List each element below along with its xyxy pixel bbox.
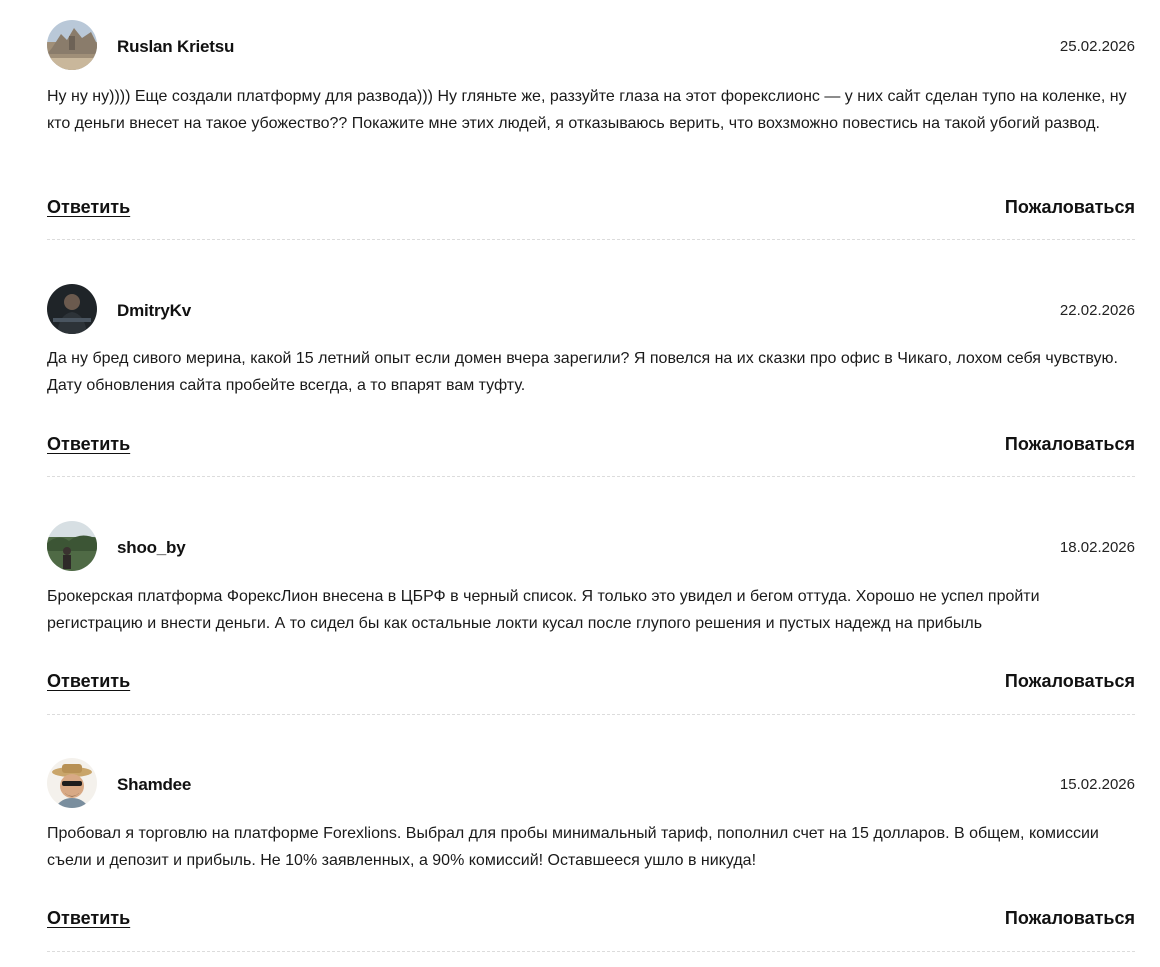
comment-date: 22.02.2026 bbox=[1059, 302, 1135, 319]
comment-header: DmitryKv 22.02.2026 bbox=[47, 284, 1135, 336]
comment-date: 18.02.2026 bbox=[1059, 539, 1135, 556]
report-link[interactable]: Пожаловаться bbox=[1005, 908, 1135, 929]
reply-link[interactable]: Ответить bbox=[47, 908, 130, 929]
divider bbox=[47, 951, 1135, 952]
comment-item: Shamdee 15.02.2026 Пробовал я торговлю н… bbox=[47, 758, 1135, 952]
avatar bbox=[47, 758, 97, 808]
report-link[interactable]: Пожаловаться bbox=[1005, 197, 1135, 218]
avatar bbox=[47, 284, 97, 334]
comment-text: Да ну бред сивого мерина, какой 15 летни… bbox=[47, 350, 1118, 394]
reply-link[interactable]: Ответить bbox=[47, 434, 130, 455]
divider bbox=[47, 239, 1135, 240]
comment-item: DmitryKv 22.02.2026 Да ну бред сивого ме… bbox=[47, 284, 1135, 477]
divider bbox=[47, 714, 1135, 715]
comment-author: DmitryKv bbox=[117, 301, 191, 320]
comment-text: Брокерская платформа ФорексЛион внесена … bbox=[47, 588, 1040, 632]
comment-item: shoo_by 18.02.2026 Брокерская платформа … bbox=[47, 521, 1135, 715]
avatar bbox=[47, 20, 97, 70]
avatar bbox=[47, 521, 97, 571]
comments-list: Ruslan Krietsu 25.02.2026 Ну ну ну)))) Е… bbox=[0, 0, 1160, 967]
divider bbox=[47, 476, 1135, 477]
comment-author: Ruslan Krietsu bbox=[117, 37, 235, 56]
comment-text: Пробовал я торговлю на платформе Forexli… bbox=[47, 825, 1099, 869]
reply-link[interactable]: Ответить bbox=[47, 197, 130, 218]
comment-date: 25.02.2026 bbox=[1059, 38, 1135, 55]
reply-link[interactable]: Ответить bbox=[47, 671, 130, 692]
comment-header: Shamdee 15.02.2026 bbox=[47, 758, 1135, 810]
comment-author: Shamdee bbox=[117, 775, 192, 794]
comment-date: 15.02.2026 bbox=[1059, 776, 1135, 793]
comment-author: shoo_by bbox=[117, 538, 186, 557]
comment-header: shoo_by 18.02.2026 bbox=[47, 521, 1135, 573]
report-link[interactable]: Пожаловаться bbox=[1005, 671, 1135, 692]
report-link[interactable]: Пожаловаться bbox=[1005, 434, 1135, 455]
comment-header: Ruslan Krietsu 25.02.2026 bbox=[47, 20, 1135, 72]
comment-item: Ruslan Krietsu 25.02.2026 Ну ну ну)))) Е… bbox=[47, 20, 1135, 240]
comment-text: Ну ну ну)))) Еще создали платформу для р… bbox=[47, 88, 1127, 132]
